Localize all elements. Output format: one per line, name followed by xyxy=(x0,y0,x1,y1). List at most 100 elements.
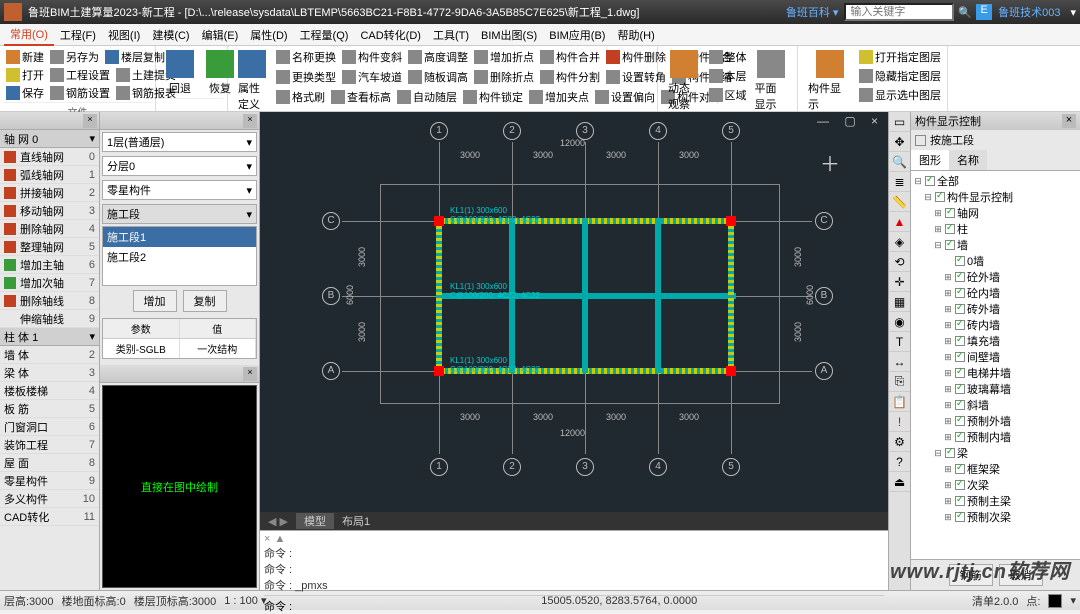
li-del-axis[interactable]: 删除轴网4 xyxy=(0,220,99,238)
name-change-btn[interactable]: 名称更换 xyxy=(274,48,338,66)
tool-zoom[interactable]: 🔍 xyxy=(889,152,910,172)
li-add-sub[interactable]: 增加次轴7 xyxy=(0,274,99,292)
li-del-line[interactable]: 删除轴线8 xyxy=(0,292,99,310)
tab-graphic[interactable]: 图形 xyxy=(911,150,949,170)
auto-floor-btn[interactable]: 自动随层 xyxy=(395,88,459,106)
new-btn[interactable]: 新建 xyxy=(4,48,46,66)
li-straight-axis[interactable]: 直线轴网0 xyxy=(0,148,99,166)
close-icon[interactable]: × xyxy=(243,367,257,381)
tab-name[interactable]: 名称 xyxy=(949,150,987,170)
menu-quantity[interactable]: 工程量(Q) xyxy=(294,25,355,45)
prop-def-btn[interactable]: 属性定义 xyxy=(232,48,272,114)
menu-common[interactable]: 常用(O) xyxy=(4,24,54,46)
format-brush-btn[interactable]: 格式刷 xyxy=(274,88,327,106)
li-opening[interactable]: 门窗洞口6 xyxy=(0,418,99,436)
tool-paste[interactable]: 📋 xyxy=(889,392,910,412)
tool-axis[interactable]: ✛ xyxy=(889,272,910,292)
cancel-button[interactable]: 取消 xyxy=(999,564,1043,586)
copy-button[interactable]: 复制 xyxy=(183,290,227,312)
tool-warn[interactable]: ▲ xyxy=(889,212,910,232)
undo-btn[interactable]: 回退 xyxy=(160,48,200,98)
command-input[interactable]: 命令 : xyxy=(264,595,884,614)
saveas-btn[interactable]: 另存为 xyxy=(48,48,101,66)
close-icon[interactable]: × xyxy=(264,533,270,545)
floor-select[interactable]: 1层(普通层)▾ xyxy=(102,132,257,152)
li-arrange-axis[interactable]: 整理轴网5 xyxy=(0,238,99,256)
keyword-search-input[interactable] xyxy=(844,3,954,21)
tool-3d[interactable]: ◈ xyxy=(889,232,910,252)
elem-split-btn[interactable]: 构件分割 xyxy=(538,68,602,86)
menu-edit[interactable]: 编辑(E) xyxy=(196,25,245,45)
li-add-main[interactable]: 增加主轴6 xyxy=(0,256,99,274)
encyclopedia-link[interactable]: 鲁班百科 ▾ xyxy=(786,4,839,20)
column-section[interactable]: 柱 体 1▾ xyxy=(0,328,99,346)
tool-settings[interactable]: ⚙ xyxy=(889,432,910,452)
menu-cad[interactable]: CAD转化(D) xyxy=(354,25,427,45)
li-decor[interactable]: 装饰工程7 xyxy=(0,436,99,454)
drawing-canvas[interactable]: — ▢ × 1 2 3 4 5 1 2 3 4 5 C B A C B A xyxy=(260,112,888,512)
category-select[interactable]: 零星构件▾ xyxy=(102,180,257,200)
tech-link[interactable]: 鲁班技术003 xyxy=(998,4,1060,20)
li-join-axis[interactable]: 拼接轴网2 xyxy=(0,184,99,202)
view-region-btn[interactable]: 区域 xyxy=(707,86,749,104)
rebar-button[interactable]: 钢筋 xyxy=(949,564,993,586)
type-change-btn[interactable]: 更换类型 xyxy=(274,68,338,86)
view-elev-btn[interactable]: 查看标高 xyxy=(329,88,393,106)
li-roof[interactable]: 屋 面8 xyxy=(0,454,99,472)
li-ext-line[interactable]: 伸缩轴线9 xyxy=(0,310,99,328)
li-wall[interactable]: 墙 体2 xyxy=(0,346,99,364)
menu-props[interactable]: 属性(D) xyxy=(244,25,293,45)
tool-measure[interactable]: 📏 xyxy=(889,192,910,212)
tool-layer[interactable]: ≣ xyxy=(889,172,910,192)
elem-tilt-btn[interactable]: 构件变斜 xyxy=(340,48,404,66)
tool-exit[interactable]: ⏏ xyxy=(889,472,910,492)
canvas-window-controls[interactable]: — ▢ × xyxy=(817,114,884,128)
sublayer-select[interactable]: 分层0▾ xyxy=(102,156,257,176)
close-icon[interactable]: × xyxy=(1062,114,1076,128)
close-icon[interactable]: × xyxy=(83,114,97,128)
rebar-set-btn[interactable]: 钢筋设置 xyxy=(48,84,112,102)
section-item-2[interactable]: 施工段2 xyxy=(103,247,256,267)
orbit-btn[interactable]: 动态观察 xyxy=(662,48,707,114)
tool-help[interactable]: ? xyxy=(889,452,910,472)
li-move-axis[interactable]: 移动轴网3 xyxy=(0,202,99,220)
tool-alert[interactable]: ! xyxy=(889,412,910,432)
tab-model[interactable]: 模型 xyxy=(296,513,334,529)
tool-snap[interactable]: ◉ xyxy=(889,312,910,332)
li-slab[interactable]: 楼板楼梯4 xyxy=(0,382,99,400)
li-misc[interactable]: 零星构件9 xyxy=(0,472,99,490)
li-beam[interactable]: 梁 体3 xyxy=(0,364,99,382)
tool-text[interactable]: T xyxy=(889,332,910,352)
menu-view[interactable]: 视图(I) xyxy=(102,25,146,45)
axis-section[interactable]: 轴 网 0▾ xyxy=(0,130,99,148)
plan-view-btn[interactable]: 平面显示 xyxy=(749,48,794,114)
elem-merge-btn[interactable]: 构件合并 xyxy=(538,48,602,66)
hide-layer-btn[interactable]: 隐藏指定图层 xyxy=(857,67,943,85)
tool-dim[interactable]: ↔ xyxy=(889,352,910,372)
elem-lock-btn[interactable]: 构件锁定 xyxy=(461,88,525,106)
menu-tools[interactable]: 工具(T) xyxy=(427,25,475,45)
add-button[interactable]: 增加 xyxy=(133,290,177,312)
menu-help[interactable]: 帮助(H) xyxy=(611,25,660,45)
proj-set-btn[interactable]: 工程设置 xyxy=(48,66,112,84)
save-btn[interactable]: 保存 xyxy=(4,84,46,102)
li-cad[interactable]: CAD转化11 xyxy=(0,508,99,526)
ramp-btn[interactable]: 汽车坡道 xyxy=(340,68,404,86)
tool-copy[interactable]: ⎘ xyxy=(889,372,910,392)
menu-project[interactable]: 工程(F) xyxy=(54,25,102,45)
elem-disp-btn[interactable]: 构件显示 xyxy=(802,48,857,114)
open-layer-btn[interactable]: 打开指定图层 xyxy=(857,48,943,66)
menu-bim-app[interactable]: BIM应用(B) xyxy=(543,25,611,45)
li-rebar[interactable]: 板 筋5 xyxy=(0,400,99,418)
view-all-btn[interactable]: 整体 xyxy=(707,48,749,66)
view-floor-btn[interactable]: 本层 xyxy=(707,67,749,85)
status-list[interactable]: 清单2.0.0 xyxy=(972,593,1018,609)
li-arc-axis[interactable]: 弧线轴网1 xyxy=(0,166,99,184)
close-icon[interactable]: × xyxy=(243,114,257,128)
height-adj-btn[interactable]: 高度调整 xyxy=(406,48,470,66)
menu-bim-out[interactable]: BIM出图(S) xyxy=(475,25,543,45)
tool-grid[interactable]: ▦ xyxy=(889,292,910,312)
tool-pan[interactable]: ✥ xyxy=(889,132,910,152)
open-btn[interactable]: 打开 xyxy=(4,66,46,84)
set-offset-btn[interactable]: 设置偏向 xyxy=(593,88,657,106)
